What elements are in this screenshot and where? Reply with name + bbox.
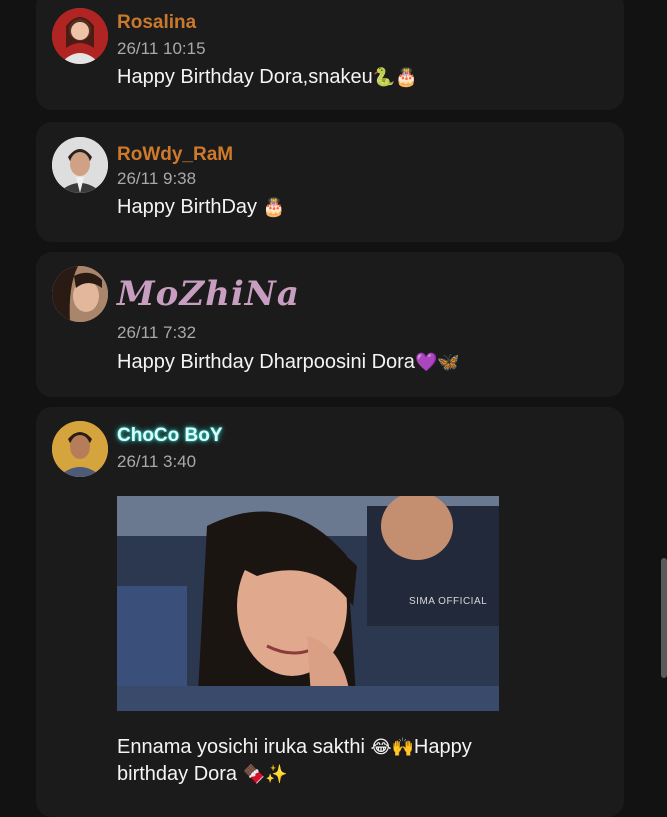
- timestamp: 26/11 7:32: [117, 323, 197, 342]
- comment-text: Happy BirthDay 🎂: [117, 194, 587, 221]
- comment-text: Happy Birthday Dora,snakeu🐍🎂: [117, 64, 587, 91]
- comment-card: RoWdy_RaM 26/11 9:38 Happy BirthDay 🎂: [36, 122, 624, 242]
- avatar-rosalina: [52, 8, 108, 64]
- message-text: Ennama yosichi iruka sakthi: [117, 736, 365, 758]
- emoji: 🎂: [262, 197, 286, 218]
- user-avatar[interactable]: [52, 8, 108, 64]
- timestamp: 26/11 3:40: [117, 452, 197, 471]
- timestamp: 26/11 9:38: [117, 169, 197, 188]
- comment-feed: Rosalina 26/11 10:15 Happy Birthday Dora…: [0, 0, 667, 817]
- username[interactable]: Rosalina: [117, 12, 196, 34]
- emoji: 🐍🎂: [372, 67, 418, 88]
- username[interactable]: MoZhiNa: [117, 274, 300, 314]
- comment-text: Happy Birthday Dharpoosini Dora💜🦋: [117, 349, 587, 376]
- avatar-rowdy-ram: [52, 137, 108, 193]
- scrollbar-thumb[interactable]: [661, 558, 667, 678]
- message-text: Happy Birthday Dora,snakeu: [117, 66, 373, 88]
- message-text: Happy: [413, 736, 472, 758]
- comment-card: Rosalina 26/11 10:15 Happy Birthday Dora…: [36, 0, 624, 110]
- comment-card: MoZhiNa 26/11 7:32 Happy Birthday Dharpo…: [36, 252, 624, 397]
- username[interactable]: ChoCo BoY: [117, 425, 223, 447]
- emoji: 💜🦋: [414, 352, 460, 373]
- media-image[interactable]: SIMA OFFICIAL: [117, 496, 499, 711]
- emoji: 🍫✨: [242, 764, 288, 785]
- timestamp: 26/11 10:15: [117, 39, 206, 58]
- avatar-choco-boy: [52, 421, 108, 477]
- emoji: 😂🙌: [370, 737, 414, 758]
- username[interactable]: RoWdy_RaM: [117, 144, 233, 166]
- comment-text: Ennama yosichi iruka sakthi 😂🙌Happy birt…: [117, 734, 587, 788]
- message-text: Happy BirthDay: [117, 196, 258, 218]
- user-avatar[interactable]: [52, 266, 108, 322]
- message-text: Happy Birthday Dharpoosini Dora: [117, 351, 415, 373]
- user-avatar[interactable]: [52, 137, 108, 193]
- user-avatar[interactable]: [52, 421, 108, 477]
- comment-card: ChoCo BoY 26/11 3:40 SIMA OFFICIAL Ennam…: [36, 407, 624, 817]
- image-watermark: SIMA OFFICIAL: [409, 596, 488, 607]
- avatar-mozhina: [52, 266, 108, 322]
- message-text: birthday Dora: [117, 763, 238, 785]
